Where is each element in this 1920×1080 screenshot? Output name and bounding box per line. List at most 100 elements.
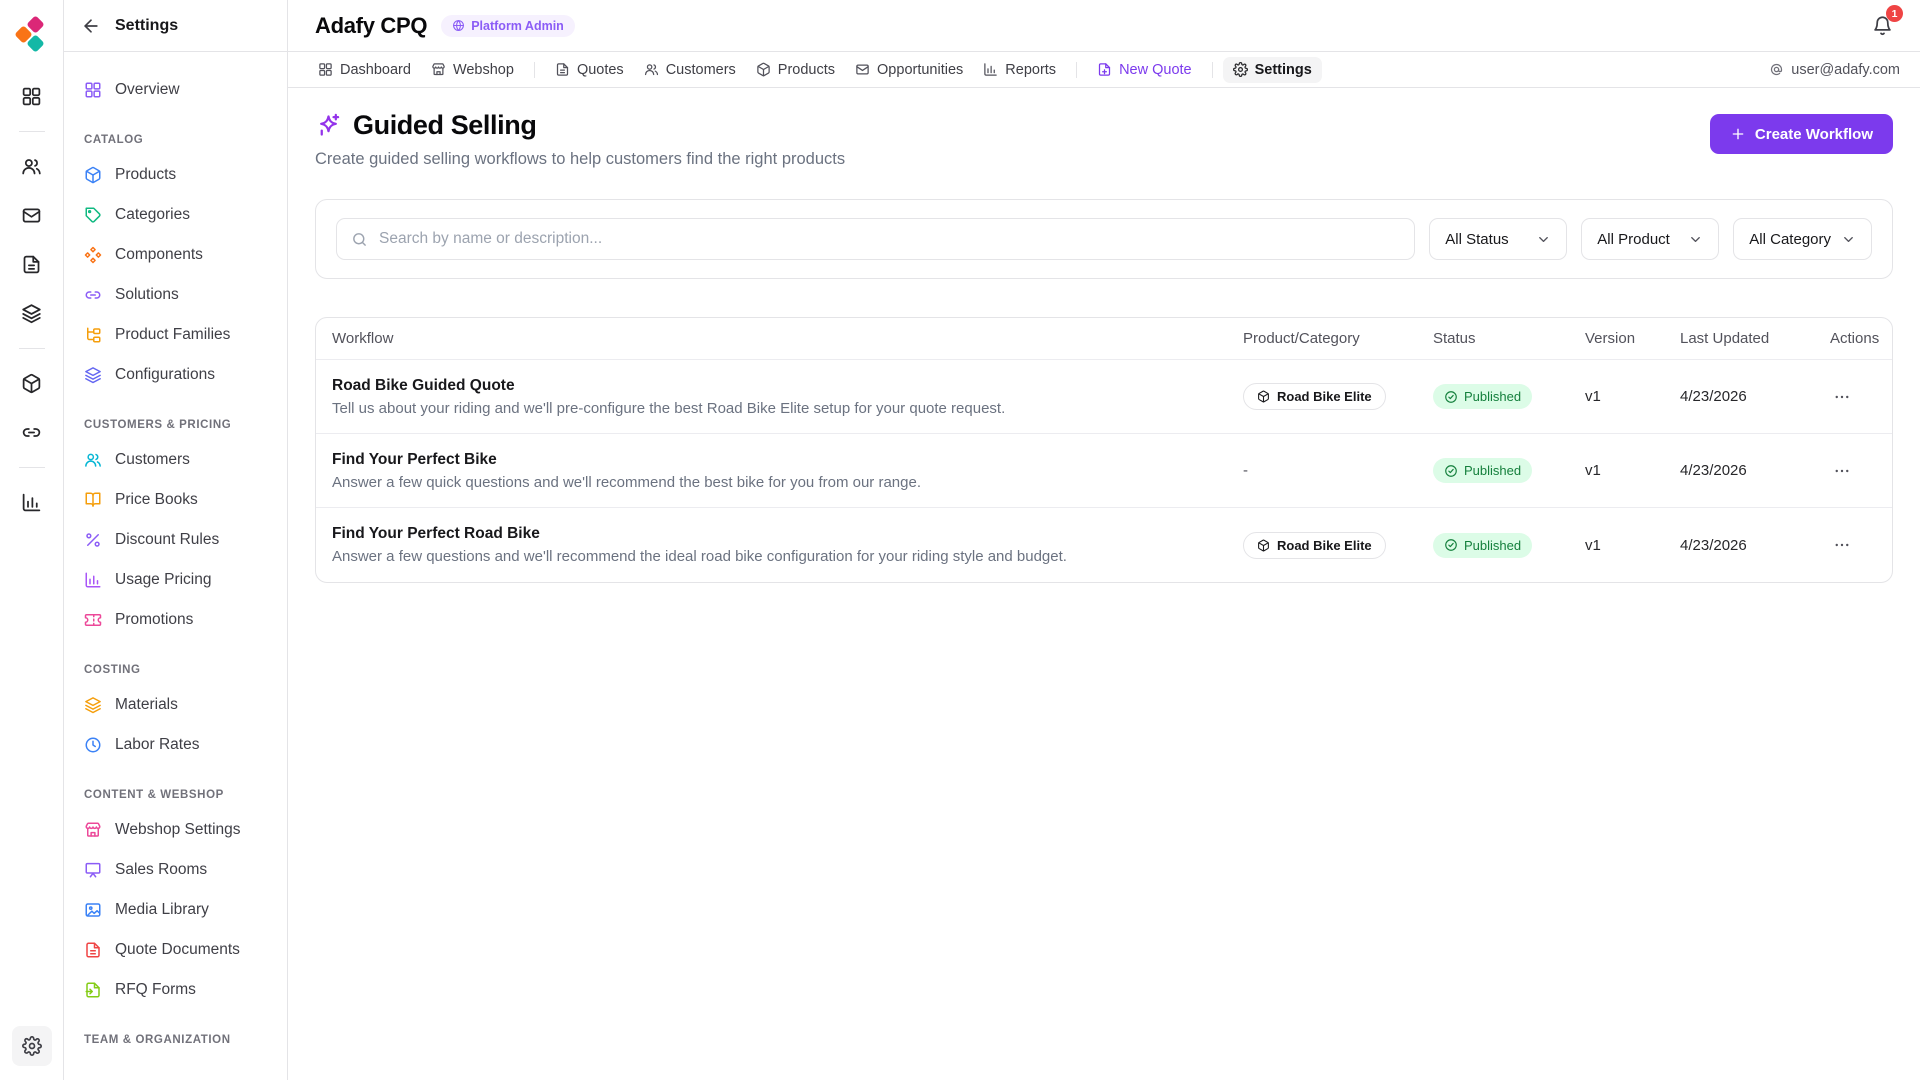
tree-icon <box>84 326 102 344</box>
sidebar-item-label: Categories <box>115 206 190 223</box>
sidebar-header: Settings <box>64 0 287 52</box>
chart-icon <box>84 571 102 589</box>
box-icon <box>1257 539 1270 552</box>
sidebar-item-label: Promotions <box>115 611 194 628</box>
grid-icon <box>84 81 102 99</box>
row-actions-button[interactable] <box>1830 459 1854 483</box>
sidebar-item[interactable]: Quote Documents <box>76 930 275 970</box>
nav-tab[interactable]: New Quote <box>1087 57 1202 83</box>
table-row[interactable]: Find Your Perfect Bike Answer a few quic… <box>316 434 1892 508</box>
page-header: Guided Selling Create guided selling wor… <box>315 110 1893 169</box>
sidebar-section: TEAM & ORGANIZATION <box>76 1034 275 1046</box>
table-row[interactable]: Find Your Perfect Road Bike Answer a few… <box>316 508 1892 582</box>
nav-tab-label: New Quote <box>1119 61 1192 78</box>
sidebar-section-label: CUSTOMERS & PRICING <box>84 419 232 431</box>
arrow-left-icon <box>81 16 101 36</box>
sidebar-item[interactable]: Promotions <box>76 600 275 640</box>
nav-tab[interactable]: Dashboard <box>308 57 421 83</box>
row-actions-button[interactable] <box>1830 533 1854 557</box>
filter-bar: All Status All Product All Category <box>315 199 1893 279</box>
sidebar-item[interactable]: Labor Rates <box>76 725 275 765</box>
sidebar-item[interactable]: Product Families <box>76 315 275 355</box>
nav-tab[interactable]: Products <box>746 57 845 83</box>
nav-tab[interactable]: Customers <box>634 57 746 83</box>
sidebar-item-label: Components <box>115 246 203 263</box>
filter-dropdown[interactable]: All Product <box>1581 218 1720 260</box>
chart-icon <box>983 62 998 77</box>
nav-tab-label: Opportunities <box>877 61 964 78</box>
app-window: Settings Overview CATALOG Products Categ… <box>0 0 1920 1080</box>
sidebar-item-label: Product Families <box>115 326 231 343</box>
rail-settings-button[interactable] <box>12 1026 52 1066</box>
sidebar-title: Settings <box>115 16 179 34</box>
table-row[interactable]: Road Bike Guided Quote Tell us about you… <box>316 360 1892 434</box>
workflow-name: Find Your Perfect Road Bike <box>332 525 540 542</box>
row-actions-button[interactable] <box>1830 385 1854 409</box>
create-workflow-button[interactable]: Create Workflow <box>1709 114 1893 154</box>
sidebar-item[interactable]: Products <box>76 155 275 195</box>
file-text-icon <box>555 62 570 77</box>
chevron-down-icon <box>1841 232 1856 247</box>
plus-icon <box>1730 126 1746 142</box>
rail-nav-button[interactable] <box>12 412 52 452</box>
column-header-version: Version <box>1585 330 1636 347</box>
nav-tab[interactable]: Quotes <box>545 57 634 83</box>
back-button[interactable] <box>81 16 101 36</box>
user-email[interactable]: user@adafy.com <box>1769 62 1900 78</box>
chart-icon <box>21 492 42 513</box>
sidebar-item[interactable]: Webshop Settings <box>76 810 275 850</box>
sidebar-item[interactable]: Categories <box>76 195 275 235</box>
status-label: Published <box>1464 537 1522 553</box>
sidebar-item[interactable]: RFQ Forms <box>76 970 275 1010</box>
filter-dropdown[interactable]: All Category <box>1733 218 1872 260</box>
sidebar-section-label: COSTING <box>84 664 141 676</box>
nav-tab[interactable]: Opportunities <box>845 57 973 83</box>
sidebar-item[interactable]: Customers <box>76 440 275 480</box>
sidebar-item[interactable]: Usage Pricing <box>76 560 275 600</box>
sidebar-section: CATALOG Products Categories Components S… <box>76 134 275 395</box>
sidebar-item[interactable]: Discount Rules <box>76 520 275 560</box>
rail-nav <box>12 76 52 531</box>
sidebar-section: CONTENT & WEBSHOP Webshop Settings Sales <box>76 789 275 1010</box>
nav-tab[interactable]: Reports <box>973 57 1066 83</box>
sidebar-item[interactable]: Materials <box>76 685 275 725</box>
nav-tab-label: Webshop <box>452 61 514 78</box>
product-badge-label: Road Bike Elite <box>1277 389 1372 404</box>
sidebar-item[interactable]: Solutions <box>76 275 275 315</box>
sidebar-item-label: Overview <box>115 81 180 98</box>
product-badge: Road Bike Elite <box>1243 531 1386 559</box>
chevron-down-icon <box>1688 232 1703 247</box>
user-email-label: user@adafy.com <box>1791 61 1900 78</box>
store-icon <box>431 62 446 77</box>
sidebar-item[interactable]: Media Library <box>76 890 275 930</box>
workflow-description: Answer a few questions and we'll recomme… <box>332 548 1067 565</box>
filter-dropdown-label: All Product <box>1597 230 1670 248</box>
product-badge: - <box>1243 462 1248 479</box>
nav-tab-label: Reports <box>1005 61 1057 78</box>
rail-nav-button[interactable] <box>12 195 52 235</box>
notifications-button[interactable]: 1 <box>1872 5 1903 36</box>
search-input[interactable] <box>379 230 1401 248</box>
rail-nav-button[interactable] <box>12 482 52 522</box>
rail-nav-button[interactable] <box>12 293 52 333</box>
sidebar-item[interactable]: Configurations <box>76 355 275 395</box>
search-box <box>336 218 1416 260</box>
nav-tab[interactable]: Settings <box>1222 56 1322 83</box>
sidebar-item[interactable]: Components <box>76 235 275 275</box>
rail-nav-button[interactable] <box>12 363 52 403</box>
sidebar-item-label: Materials <box>115 696 178 713</box>
sidebar-item[interactable]: Sales Rooms <box>76 850 275 890</box>
file-text-icon <box>21 254 42 275</box>
sidebar-item-label: Sales Rooms <box>115 861 208 878</box>
link-icon <box>84 286 102 304</box>
sidebar-item[interactable]: Price Books <box>76 480 275 520</box>
status-badge: Published <box>1433 532 1533 558</box>
filter-dropdown[interactable]: All Status <box>1429 218 1568 260</box>
rail-nav-button[interactable] <box>12 76 52 116</box>
sidebar-item[interactable]: Overview <box>76 70 275 110</box>
rail-nav-button[interactable] <box>12 146 52 186</box>
rail-nav-button[interactable] <box>12 244 52 284</box>
filter-dropdown-label: All Status <box>1445 230 1509 248</box>
nav-tab[interactable]: Webshop <box>421 57 524 83</box>
last-updated-value: 4/23/2026 <box>1680 536 1747 554</box>
